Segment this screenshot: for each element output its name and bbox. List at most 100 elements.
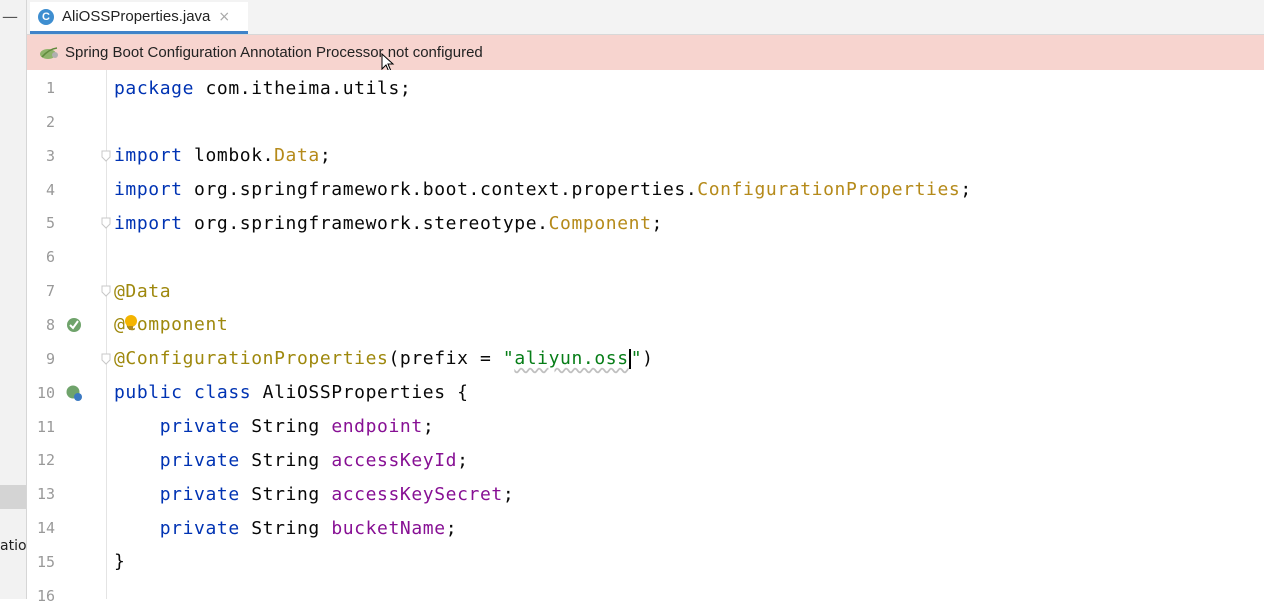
code-token: ;: [502, 483, 515, 505]
intention-bulb-icon[interactable]: [124, 314, 138, 332]
fold-marker-icon[interactable]: [101, 217, 111, 230]
code-token: Component: [548, 212, 652, 234]
code-token: private: [159, 517, 240, 539]
code-token: private: [159, 483, 240, 505]
line-number: 6: [45, 248, 55, 267]
code-text[interactable]: import lombok.Data;: [114, 145, 331, 166]
code-line[interactable]: 1 package com.itheima.utils;: [27, 71, 1264, 105]
code-line[interactable]: 11 private String endpoint;: [27, 410, 1264, 444]
code-token: Data: [274, 145, 320, 167]
line-number: 5: [45, 214, 55, 233]
code-token: String: [239, 483, 332, 505]
line-number: 10: [36, 383, 55, 402]
code-token: }: [114, 551, 126, 573]
code-token: public class: [114, 382, 252, 404]
code-text[interactable]: private String accessKeySecret;: [114, 484, 514, 505]
code-line[interactable]: 2: [27, 105, 1264, 139]
collapse-icon[interactable]: —: [2, 9, 18, 27]
code-token: private: [159, 416, 240, 437]
java-class-icon: C: [38, 8, 54, 25]
code-token: @Data: [114, 280, 172, 302]
code-line[interactable]: 10 public class AliOSSProperties {: [27, 376, 1264, 410]
tab-alioss-properties[interactable]: C AliOSSProperties.java ×: [30, 2, 248, 34]
code-editor[interactable]: 1 package com.itheima.utils; 2 3 import lomb…: [27, 70, 1264, 605]
line-number: 3: [45, 146, 55, 165]
code-text[interactable]: private String bucketName;: [114, 518, 457, 539]
line-number: 2: [45, 112, 55, 131]
code-token: ": [630, 348, 643, 370]
spring-bean-icon[interactable]: [65, 316, 83, 334]
line-number: 16: [36, 586, 55, 605]
code-token: ;: [651, 212, 663, 234]
line-number: 14: [36, 519, 55, 538]
code-token: package: [114, 77, 195, 99]
code-text[interactable]: import org.springframework.stereotype.Co…: [114, 213, 663, 234]
code-line[interactable]: 6: [27, 240, 1264, 274]
code-token: ;: [319, 145, 332, 167]
fold-marker-icon[interactable]: [101, 150, 111, 162]
code-line[interactable]: 12 private String accessKeyId;: [27, 443, 1264, 477]
line-number: 13: [36, 485, 55, 504]
code-line[interactable]: 8 @Component: [27, 308, 1264, 342]
code-token: ;: [457, 449, 469, 471]
code-token: private: [159, 449, 240, 471]
line-number: 9: [45, 349, 55, 368]
line-number: 4: [45, 180, 55, 199]
code-token: String: [239, 449, 332, 471]
code-line[interactable]: 15}: [27, 545, 1264, 579]
fold-marker-icon[interactable]: [101, 353, 111, 365]
code-token: accessKeyId: [331, 449, 458, 471]
code-token: ;: [445, 517, 458, 539]
code-text[interactable]: public class AliOSSProperties {: [114, 382, 469, 403]
line-number: 7: [45, 282, 55, 301]
code-text[interactable]: import org.springframework.boot.context.…: [114, 179, 972, 200]
code-text[interactable]: @ConfigurationProperties(prefix = "aliyu…: [114, 348, 654, 370]
code-line[interactable]: 16: [27, 579, 1264, 613]
code-text[interactable]: package com.itheima.utils;: [114, 78, 411, 99]
code-token: String: [239, 517, 332, 539]
code-line[interactable]: 13 private String accessKeySecret;: [27, 477, 1264, 511]
code-token: ;: [422, 416, 435, 437]
close-icon[interactable]: ×: [218, 9, 230, 25]
code-line[interactable]: 4 import org.springframework.boot.context…: [27, 173, 1264, 207]
code-token: AliOSSProperties {: [251, 382, 469, 404]
code-line[interactable]: 5 import org.springframework.stereotype.C…: [27, 206, 1264, 240]
banner-message[interactable]: Spring Boot Configuration Annotation Pro…: [65, 44, 483, 61]
code-line[interactable]: 9 @ConfigurationProperties(prefix = "aliy…: [27, 342, 1264, 376]
line-number: 15: [36, 552, 55, 571]
code-token: ": [502, 348, 515, 370]
code-token: aliyun.oss: [514, 348, 629, 370]
line-number: 8: [45, 315, 55, 334]
tab-label: AliOSSProperties.java: [62, 8, 211, 25]
line-number: 12: [36, 451, 55, 470]
code-line[interactable]: 3 import lombok.Data;: [27, 139, 1264, 173]
code-line[interactable]: 14 private String bucketName;: [27, 511, 1264, 545]
spring-leaf-icon: [40, 46, 58, 59]
code-token: (prefix =: [388, 348, 503, 370]
fold-marker-icon[interactable]: [101, 285, 111, 297]
code-token: ;: [960, 179, 972, 201]
code-text[interactable]: private String endpoint;: [114, 416, 434, 437]
notification-banner: Spring Boot Configuration Annotation Pro…: [27, 35, 1264, 70]
code-token: import: [114, 179, 183, 201]
code-text[interactable]: private String accessKeyId;: [114, 450, 469, 471]
code-text[interactable]: }: [114, 551, 125, 572]
project-panel-strip: — atio: [0, 0, 27, 599]
code-token: endpoint: [331, 416, 423, 437]
selected-tree-row[interactable]: [0, 485, 26, 509]
code-token: accessKeySecret: [331, 483, 503, 505]
code-text[interactable]: @Data: [114, 281, 171, 302]
code-line[interactable]: 7 @Data: [27, 274, 1264, 308]
line-number: 11: [36, 417, 55, 436]
tree-item-label[interactable]: atio: [0, 538, 26, 554]
editor-tab-bar: C AliOSSProperties.java ×: [27, 0, 1264, 35]
code-token: ConfigurationProperties: [697, 179, 961, 201]
code-token: org.springframework.stereotype.: [182, 212, 549, 234]
code-token: ): [642, 348, 654, 370]
code-token: com.itheima.utils;: [194, 77, 412, 99]
spring-bean-gutter-icon[interactable]: [65, 384, 83, 402]
